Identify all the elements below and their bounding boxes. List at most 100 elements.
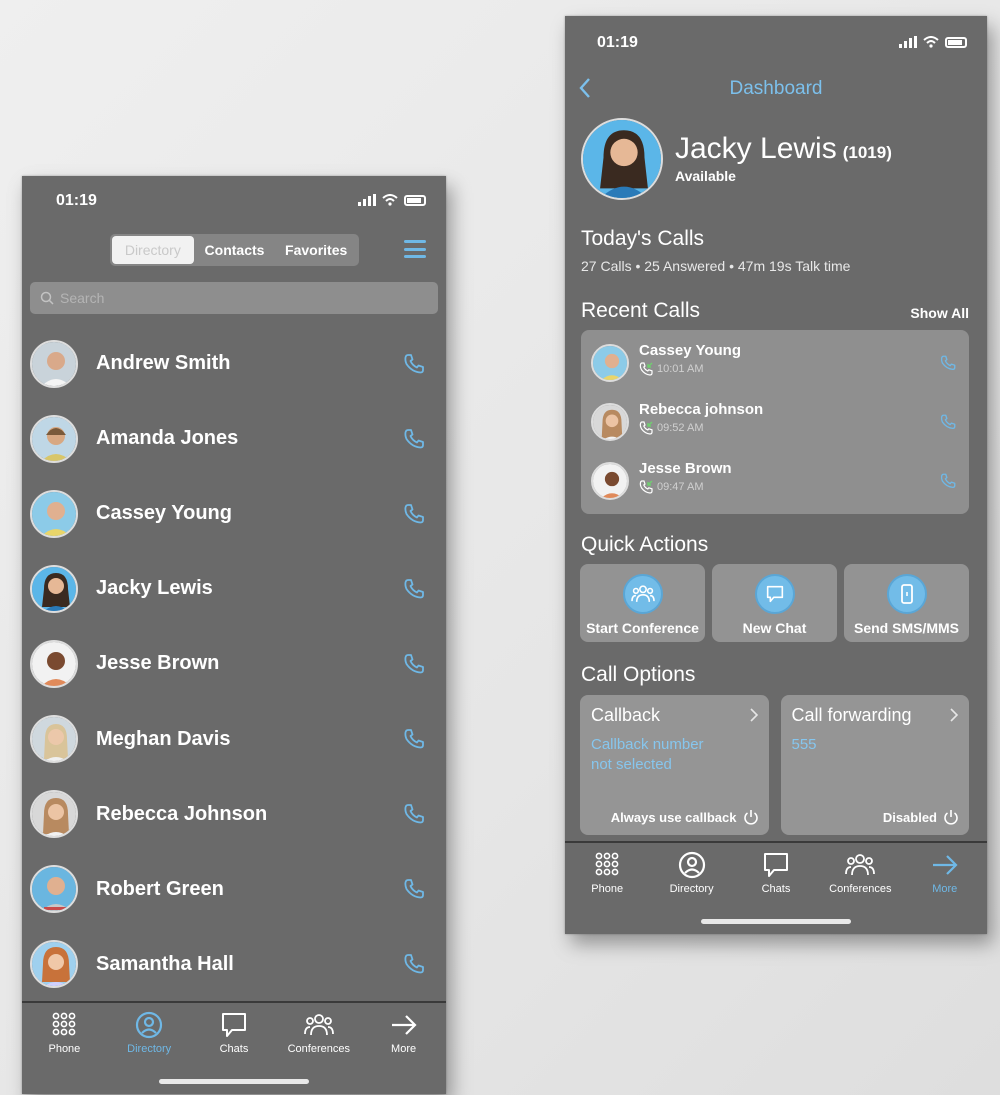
battery-icon xyxy=(404,195,426,206)
tab-label: Phone xyxy=(591,883,624,895)
contact-list: Andrew Smith Amanda Jones Cassey Young J… xyxy=(22,326,446,1002)
call-forwarding-footer[interactable]: Disabled xyxy=(883,809,959,825)
recent-call-row[interactable]: Rebecca johnson 09:52 AM xyxy=(581,389,969,447)
contact-row-samantha-hall[interactable]: Samantha Hall xyxy=(22,927,446,1002)
call-forwarding-card[interactable]: Call forwarding 555 Disabled xyxy=(780,695,969,835)
send-sms-button[interactable]: Send SMS/MMS xyxy=(844,564,969,642)
search-input[interactable] xyxy=(60,290,400,306)
phone-call-icon[interactable] xyxy=(402,952,426,976)
phone-call-icon[interactable] xyxy=(402,577,426,601)
callback-card[interactable]: Callback Callback number not selected Al… xyxy=(580,695,769,835)
recent-call-time: 09:52 AM xyxy=(657,422,704,434)
phone-call-icon[interactable] xyxy=(402,352,426,376)
contact-row-jesse-brown[interactable]: Jesse Brown xyxy=(22,626,446,701)
show-all-link[interactable]: Show All xyxy=(910,305,969,321)
start-conference-button[interactable]: Start Conference xyxy=(580,564,705,642)
power-icon[interactable] xyxy=(943,809,959,825)
phone-call-icon[interactable] xyxy=(939,472,957,490)
tab-label: Directory xyxy=(127,1043,172,1055)
callback-title: Callback xyxy=(591,705,661,725)
quick-action-label: Send SMS/MMS xyxy=(853,620,959,636)
callback-footer-label: Always use callback xyxy=(610,809,737,825)
tab-more[interactable]: More xyxy=(364,1003,444,1094)
recent-calls-card: Cassey Young 10:01 AM Rebecca johnson 09… xyxy=(581,330,969,514)
contact-row-jacky-lewis[interactable]: Jacky Lewis xyxy=(22,551,446,626)
phone-call-icon[interactable] xyxy=(939,354,957,372)
status-icons xyxy=(899,36,967,48)
incoming-call-icon xyxy=(639,480,653,494)
contact-name: Amanda Jones xyxy=(96,427,239,450)
recent-call-time: 09:47 AM xyxy=(657,481,704,493)
contact-name: Jesse Brown xyxy=(96,652,220,675)
wifi-icon xyxy=(382,194,398,206)
todays-calls-title: Today's Calls xyxy=(581,227,705,250)
tab-label: Chats xyxy=(219,1043,249,1055)
quick-actions-title: Quick Actions xyxy=(581,533,709,556)
contact-row-robert-green[interactable]: Robert Green xyxy=(22,852,446,927)
chevron-right-icon xyxy=(749,708,758,722)
segment-contacts[interactable]: Contacts xyxy=(194,236,276,264)
segment-directory[interactable]: Directory xyxy=(112,236,194,264)
calls-summary: 27 Calls • 25 Answered • 47m 19s Talk ti… xyxy=(581,258,851,274)
recent-call-name: Rebecca johnson xyxy=(639,401,764,418)
quick-action-label: Start Conference xyxy=(586,620,699,636)
avatar xyxy=(591,344,629,382)
recent-call-row[interactable]: Jesse Brown 09:47 AM xyxy=(581,448,969,506)
callback-footer[interactable]: Always use callback xyxy=(611,809,759,825)
contact-row-rebecca-johnson[interactable]: Rebecca Johnson xyxy=(22,777,446,852)
group-icon xyxy=(303,1014,334,1036)
contact-name: Andrew Smith xyxy=(96,352,231,375)
tab-label: More xyxy=(391,1043,417,1055)
contact-name: Meghan Davis xyxy=(96,727,231,750)
profile-name: Jacky Lewis (1019) xyxy=(675,132,892,166)
contact-name: Rebecca Johnson xyxy=(96,802,268,825)
status-time: 01:19 xyxy=(597,34,638,51)
avatar xyxy=(30,564,78,613)
presence-status[interactable]: Available xyxy=(675,168,736,184)
avatar xyxy=(591,403,629,441)
phone-call-icon[interactable] xyxy=(402,802,426,826)
status-time: 01:19 xyxy=(56,192,97,209)
tab-phone[interactable]: Phone xyxy=(567,843,647,934)
recent-call-row[interactable]: Cassey Young 10:01 AM xyxy=(581,330,969,388)
phone-call-icon[interactable] xyxy=(402,502,426,526)
contact-row-cassey-young[interactable]: Cassey Young xyxy=(22,476,446,551)
contact-row-amanda-jones[interactable]: Amanda Jones xyxy=(22,401,446,476)
call-options-title: Call Options xyxy=(581,663,696,686)
recent-call-name: Jesse Brown xyxy=(639,460,732,477)
power-icon[interactable] xyxy=(743,809,759,825)
phone-call-icon[interactable] xyxy=(402,652,426,676)
tab-label: Conferences xyxy=(829,883,892,895)
tab-phone[interactable]: Phone xyxy=(24,1003,104,1094)
phone-call-icon[interactable] xyxy=(402,877,426,901)
user-circle-icon xyxy=(136,1011,163,1039)
wifi-icon xyxy=(923,36,939,48)
tab-label: More xyxy=(932,883,958,895)
avatar xyxy=(30,489,78,538)
phone-call-icon[interactable] xyxy=(939,413,957,431)
status-icons xyxy=(358,194,426,206)
phone-call-icon[interactable] xyxy=(402,427,426,451)
battery-icon xyxy=(945,37,967,48)
dashboard-screen: 01:19 Dashboard Jacky Lewis (1019) Availa… xyxy=(565,16,987,934)
phone-call-icon[interactable] xyxy=(402,727,426,751)
tab-label: Chats xyxy=(761,883,791,895)
directory-segmented-control: Directory Contacts Favorites xyxy=(110,234,359,266)
dialpad-icon xyxy=(595,852,619,876)
segment-favorites[interactable]: Favorites xyxy=(275,236,357,264)
tab-more[interactable]: More xyxy=(905,843,985,934)
contact-row-andrew-smith[interactable]: Andrew Smith xyxy=(22,326,446,401)
search-bar[interactable] xyxy=(30,282,438,314)
call-forwarding-value: 555 xyxy=(791,736,817,753)
avatar xyxy=(30,865,78,914)
menu-icon[interactable] xyxy=(404,240,426,258)
call-forwarding-footer-label: Disabled xyxy=(882,809,937,825)
recent-call-time: 10:01 AM xyxy=(657,363,704,375)
callback-value: Callback number not selected xyxy=(591,735,704,775)
quick-actions: Start Conference New Chat Send SMS/MMS xyxy=(580,564,969,642)
chevron-right-icon xyxy=(950,708,959,722)
status-bar: 01:19 xyxy=(22,176,446,216)
avatar xyxy=(30,940,78,989)
contact-row-meghan-davis[interactable]: Meghan Davis xyxy=(22,701,446,776)
new-chat-button[interactable]: New Chat xyxy=(712,564,837,642)
